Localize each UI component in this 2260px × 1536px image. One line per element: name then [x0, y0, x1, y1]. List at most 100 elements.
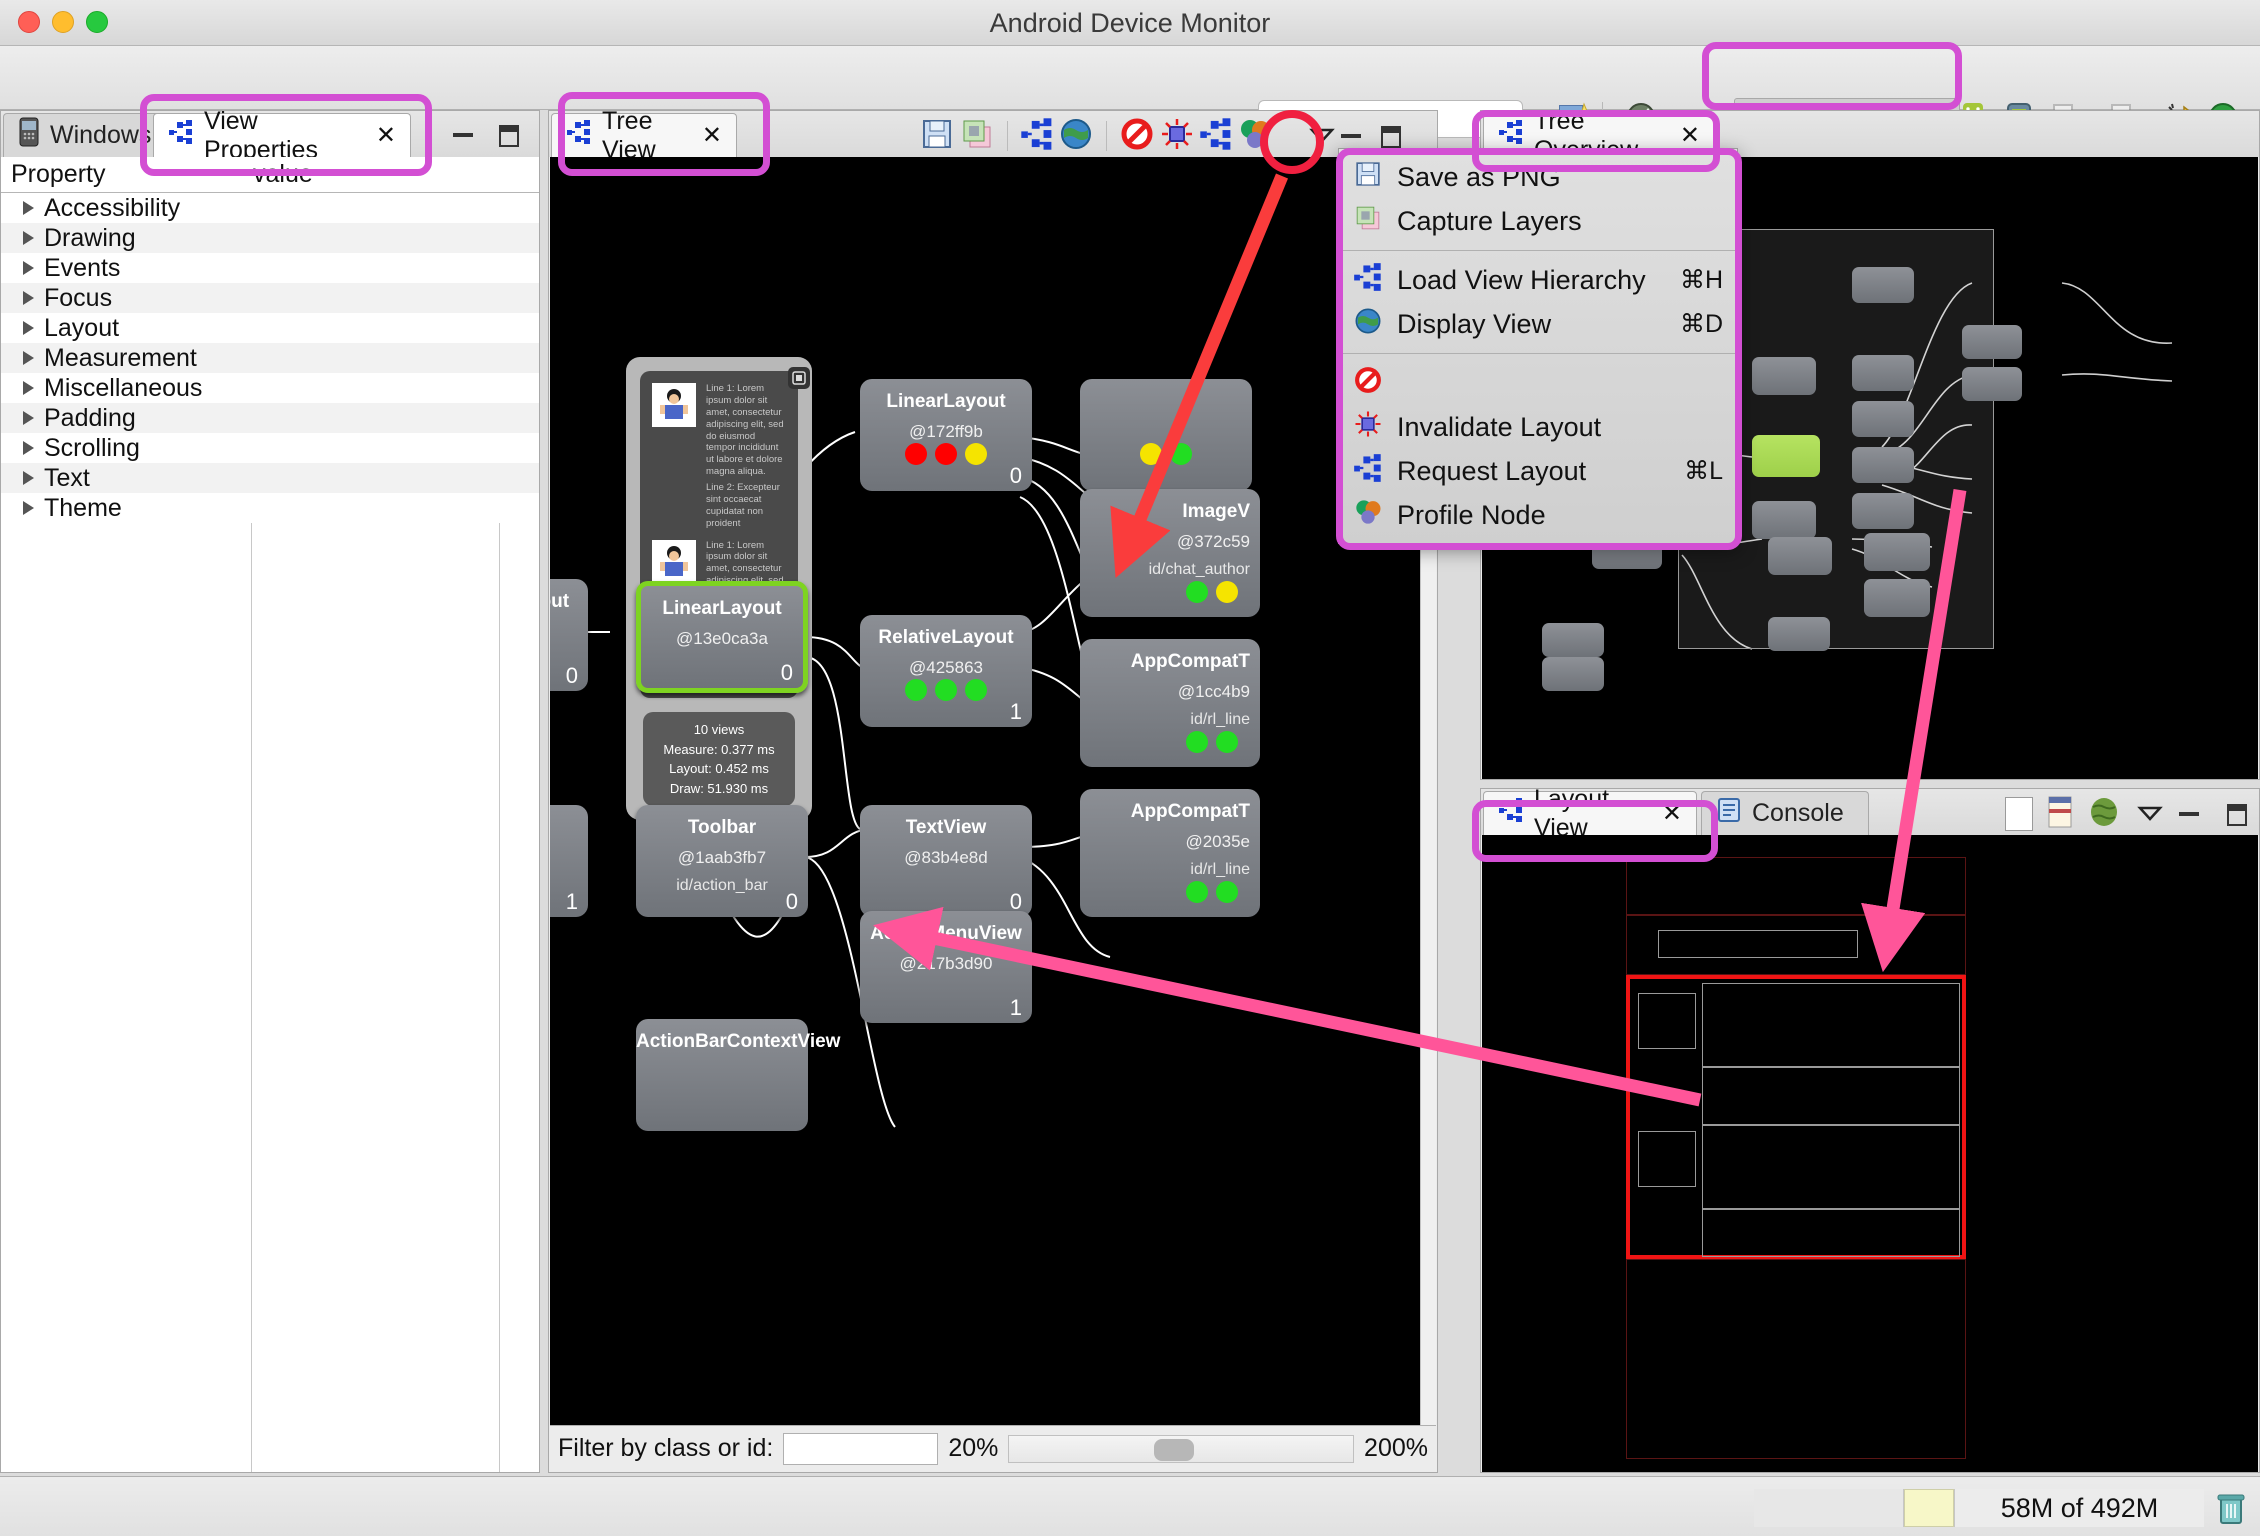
chevron-right-icon[interactable]: [23, 351, 34, 365]
property-row-events[interactable]: Events: [1, 253, 539, 283]
property-row-drawing[interactable]: Drawing: [1, 223, 539, 253]
chevron-right-icon[interactable]: [23, 471, 34, 485]
overview-node[interactable]: [1852, 267, 1914, 303]
overview-node[interactable]: [1852, 355, 1914, 391]
property-row-accessibility[interactable]: Accessibility: [1, 193, 539, 223]
zoom-slider[interactable]: [1008, 1435, 1354, 1463]
node-appcompattextview-2[interactable]: AppCompatT @2035e id/rl_line: [1080, 789, 1260, 917]
node-relativelayout[interactable]: RelativeLayout @425863 1: [860, 615, 1032, 727]
layout-rect-avatar-2[interactable]: [1638, 1131, 1696, 1187]
node-toolbar[interactable]: Toolbar @1aab3fb7 id/action_bar 0: [636, 805, 808, 917]
chevron-right-icon[interactable]: [23, 201, 34, 215]
profile-node-icon[interactable]: [1237, 116, 1273, 157]
load-view-hierarchy-icon[interactable]: [1020, 117, 1054, 156]
chevron-right-icon[interactable]: [23, 411, 34, 425]
property-row-text[interactable]: Text: [1, 463, 539, 493]
overview-node[interactable]: [1962, 325, 2022, 359]
close-icon[interactable]: ✕: [1680, 121, 1700, 150]
tab-layout-view[interactable]: Layout View ✕: [1483, 791, 1697, 835]
node-actionbarcontextview[interactable]: ActionBarContextView: [636, 1019, 808, 1131]
layout-rect-text-2[interactable]: [1702, 1067, 1960, 1125]
display-view-icon[interactable]: [1058, 116, 1094, 157]
node-textview[interactable]: TextView @83b4e8d 0: [860, 805, 1032, 917]
layout-rect-text-1[interactable]: [1702, 983, 1960, 1067]
overview-node[interactable]: [1752, 501, 1816, 539]
overview-node[interactable]: [1864, 533, 1930, 571]
overview-node[interactable]: [1542, 623, 1604, 657]
overview-node[interactable]: [1768, 537, 1832, 575]
chevron-right-icon[interactable]: [23, 291, 34, 305]
chevron-right-icon[interactable]: [23, 261, 34, 275]
node-linearlayout[interactable]: LinearLayout @172ff9b 0: [860, 379, 1032, 491]
overview-node[interactable]: [1852, 401, 1914, 437]
overview-node[interactable]: [1852, 493, 1914, 529]
close-icon[interactable]: ✕: [1662, 799, 1682, 828]
node-appcompattextview-1[interactable]: AppCompatT @1cc4b9 id/rl_line: [1080, 639, 1260, 767]
layout-rect-text-3[interactable]: [1702, 1125, 1960, 1209]
chevron-right-icon[interactable]: [23, 501, 34, 515]
close-icon[interactable]: ✕: [702, 121, 722, 150]
overview-node-selected[interactable]: [1752, 435, 1820, 477]
minimize-icon[interactable]: [453, 125, 477, 145]
chevron-right-icon[interactable]: [23, 381, 34, 395]
property-row-measurement[interactable]: Measurement: [1, 343, 539, 373]
white-swatch-icon[interactable]: [2005, 797, 2033, 831]
menu-item-load-view-hierarchy[interactable]: Load View Hierarchy ⌘H: [1339, 258, 1737, 302]
layout-rect-text-4[interactable]: [1702, 1209, 1960, 1257]
node-linearlayout-selected[interactable]: LinearLayout @13e0ca3a 0: [636, 581, 808, 693]
tab-console[interactable]: Console: [1701, 791, 1869, 835]
property-row-scrolling[interactable]: Scrolling: [1, 433, 539, 463]
menu-item-display-view[interactable]: Display View ⌘D: [1339, 302, 1737, 346]
dump-displaylist-icon[interactable]: [1199, 117, 1233, 156]
property-row-padding[interactable]: Padding: [1, 403, 539, 433]
tree-view-canvas[interactable]: Line 1: Lorem ipsum dolor sit amet, cons…: [550, 157, 1436, 1427]
menu-item-profile-node[interactable]: Profile Node: [1339, 493, 1737, 537]
tab-windows[interactable]: Windows: [3, 113, 173, 157]
menu-item-request-layout[interactable]: Invalidate Layout: [1339, 405, 1737, 449]
table-row[interactable]: [1080, 379, 1252, 491]
property-row-theme[interactable]: Theme: [1, 493, 539, 523]
overview-node[interactable]: [1768, 617, 1830, 651]
layout-rect-statusbar[interactable]: [1626, 857, 1966, 915]
tab-view-properties[interactable]: View Properties ✕: [153, 113, 411, 157]
filter-input[interactable]: [783, 1433, 938, 1465]
property-row-miscellaneous[interactable]: Miscellaneous: [1, 373, 539, 403]
node-actionmenuview[interactable]: ActionMenuView @217b3d90 1: [860, 911, 1032, 1023]
request-layout-icon[interactable]: [1159, 116, 1195, 157]
table-row[interactable]: yout 0: [550, 579, 588, 691]
chevron-right-icon[interactable]: [23, 441, 34, 455]
maximize-icon[interactable]: [499, 125, 523, 145]
maximize-icon[interactable]: [2227, 804, 2251, 824]
view-menu-icon[interactable]: [2135, 797, 2165, 832]
layout-rect-bottom[interactable]: [1626, 1259, 1966, 1459]
view-menu-icon[interactable]: [1307, 119, 1337, 154]
overview-node[interactable]: [1542, 657, 1604, 691]
save-as-png-icon[interactable]: [919, 116, 955, 157]
capture-layers-icon[interactable]: [959, 116, 995, 157]
load-overlay-icon[interactable]: [2047, 795, 2073, 834]
menu-item-save-as-png[interactable]: Save as PNG: [1339, 155, 1737, 199]
context-menu[interactable]: Save as PNG Capture Layers Load View Hie…: [1338, 148, 1738, 544]
trash-icon[interactable]: [2212, 1489, 2250, 1527]
tab-tree-view[interactable]: Tree View ✕: [551, 113, 737, 157]
close-icon[interactable]: ✕: [376, 121, 396, 150]
overview-node[interactable]: [1852, 447, 1914, 483]
chevron-right-icon[interactable]: [23, 321, 34, 335]
layout-rect-title[interactable]: [1658, 930, 1858, 958]
menu-item-capture-layers[interactable]: Capture Layers: [1339, 199, 1737, 243]
overview-node[interactable]: [1962, 367, 2022, 401]
chevron-right-icon[interactable]: [23, 231, 34, 245]
minimize-icon[interactable]: [1341, 126, 1365, 146]
layout-rect-avatar-1[interactable]: [1638, 993, 1696, 1049]
property-row-focus[interactable]: Focus: [1, 283, 539, 313]
overview-node[interactable]: [1752, 357, 1816, 395]
layout-view-canvas[interactable]: [1482, 835, 2258, 1472]
property-row-layout[interactable]: Layout: [1, 313, 539, 343]
menu-item-dump-displaylist[interactable]: Request Layout ⌘L: [1339, 449, 1737, 493]
globe-icon[interactable]: [2087, 795, 2121, 834]
zoom-slider-knob[interactable]: [1154, 1439, 1194, 1461]
node-imageview[interactable]: ImageV @372c59 id/chat_author: [1080, 489, 1260, 617]
overview-node[interactable]: [1864, 579, 1930, 617]
maximize-icon[interactable]: [1381, 126, 1405, 146]
minimize-icon[interactable]: [2179, 804, 2203, 824]
